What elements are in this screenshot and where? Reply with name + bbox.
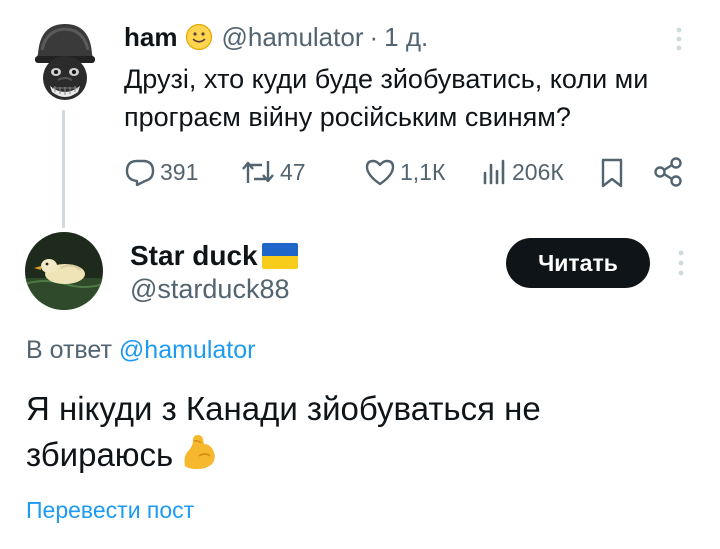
- reply-author-avatar[interactable]: [25, 232, 103, 310]
- header-separator: ·: [369, 21, 379, 52]
- bookmark-icon[interactable]: [598, 152, 626, 192]
- thread-connector-line: [62, 110, 65, 228]
- views-button[interactable]: 206К: [480, 152, 564, 192]
- reply-text-content: Я нікуди з Канади зйобуваться не збираюс…: [26, 390, 541, 473]
- reply-count: 391: [160, 158, 199, 185]
- parent-tweet[interactable]: ham @hamulator · 1 д. Друзі, хто куди бу…: [0, 0, 720, 230]
- translate-post-link[interactable]: Перевести пост: [26, 497, 194, 524]
- flexed-biceps-emoji-icon: [184, 435, 216, 469]
- views-analytics-icon: [483, 159, 505, 185]
- share-icon[interactable]: [652, 152, 684, 192]
- like-button[interactable]: 1,1К: [364, 152, 445, 192]
- parent-tweet-timestamp[interactable]: 1 д.: [384, 22, 428, 53]
- reply-icon: [125, 159, 155, 187]
- repost-icon: [242, 161, 274, 183]
- parent-author-avatar[interactable]: [32, 20, 98, 104]
- reply-author-handle[interactable]: @starduck88: [130, 274, 289, 305]
- parent-author-handle[interactable]: @hamulator: [221, 22, 363, 53]
- reply-to-prefix: В ответ: [26, 336, 112, 364]
- more-options-icon[interactable]: [668, 26, 690, 52]
- follow-button[interactable]: Читать: [506, 238, 650, 288]
- smiling-face-emoji-icon: [186, 23, 213, 51]
- like-count: 1,1К: [400, 158, 446, 185]
- parent-tweet-header: ham @hamulator · 1 д.: [124, 20, 428, 54]
- heart-icon: [365, 159, 395, 186]
- parent-author-name[interactable]: ham: [124, 22, 177, 53]
- reply-author-name[interactable]: Star duck: [130, 240, 258, 272]
- repost-count: 47: [280, 158, 306, 185]
- more-options-icon[interactable]: [670, 248, 692, 278]
- repost-button[interactable]: 47: [240, 152, 306, 192]
- ukraine-flag-icon: [261, 243, 298, 269]
- parent-tweet-actions: 391 47 1,1К 206К: [124, 152, 694, 192]
- reply-context: В ответ @hamulator: [26, 336, 255, 365]
- reply-tweet-text: Я нікуди з Канади зйобуваться не збираюс…: [26, 386, 696, 478]
- reply-button[interactable]: 391: [124, 152, 198, 192]
- views-count: 206К: [512, 158, 564, 185]
- reply-author-name-row[interactable]: Star duck: [130, 238, 298, 274]
- parent-tweet-text: Друзі, хто куди буде зйобуватись, коли м…: [124, 64, 649, 132]
- reply-to-mention-link[interactable]: @hamulator: [119, 336, 256, 364]
